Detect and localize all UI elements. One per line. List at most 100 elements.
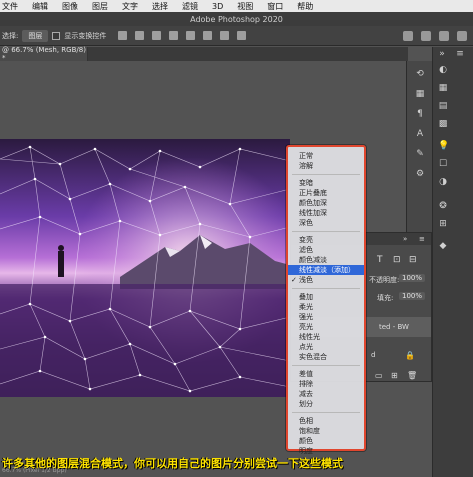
blend-lighter-color-label: 浅色 [299,276,313,284]
menu-separator [292,412,360,413]
blend-saturation[interactable]: 饱和度 [288,426,364,436]
align-left-icon[interactable] [118,31,128,40]
swatches-icon[interactable]: ▦ [438,83,448,93]
panel-menu-icon[interactable]: ≡ [419,235,425,243]
menu-image[interactable]: 图像 [62,1,78,12]
channels-icon[interactable]: ❂ [438,201,448,211]
blend-hard-mix[interactable]: 实色混合 [288,352,364,362]
character-icon[interactable]: A [415,129,425,139]
blend-darker-color[interactable]: 深色 [288,218,364,228]
blend-color-burn[interactable]: 颜色加深 [288,198,364,208]
history-icon[interactable]: ⟲ [415,69,425,79]
menu-edit[interactable]: 编辑 [32,1,48,12]
menu-bar: 文件 编辑 图像 图层 文字 选择 滤镜 3D 视图 窗口 帮助 [0,0,473,12]
menu-view[interactable]: 视图 [237,1,253,12]
align-top-icon[interactable] [169,31,179,40]
show-transform-checkbox[interactable] [52,31,61,40]
blend-difference[interactable]: 差值 [288,369,364,379]
align-middle-icon[interactable] [186,31,196,40]
menu-separator [292,174,360,175]
video-subtitle: 许多其他的图层混合模式，你可以用自己的图片分别尝试一下这些模式 [2,457,343,470]
blend-linear-light[interactable]: 线性光 [288,332,364,342]
canvas-image[interactable] [0,139,290,397]
properties-icon[interactable]: ▦ [415,89,425,99]
blend-mode-menu[interactable]: 正常 溶解 变暗 正片叠底 颜色加深 线性加深 深色 变亮 滤色 颜色减淡 线性… [286,145,366,455]
blend-divide[interactable]: 划分 [288,399,364,409]
lock-icon[interactable]: 🔒 [405,351,415,360]
orbit-icon[interactable] [421,30,431,41]
delete-layer-icon[interactable]: 🗑 [407,371,417,380]
brush-icon[interactable]: ✎ [415,149,425,159]
more-options-icon[interactable] [237,31,247,40]
blend-overlay[interactable]: 叠加 [288,292,364,302]
blend-vivid-light[interactable]: 亮光 [288,322,364,332]
search-icon[interactable] [457,30,467,41]
opacity-label: 不透明度: [369,276,400,284]
blend-subtract[interactable]: 减去 [288,389,364,399]
paths-icon[interactable]: ⊞ [438,219,448,229]
gradients-icon[interactable]: ▤ [438,101,448,111]
blend-linear-burn[interactable]: 线性加深 [288,208,364,218]
blend-darken[interactable]: 变暗 [288,178,364,188]
tool-presets-icon[interactable]: ⚙ [415,169,425,179]
auto-select-label: 选择: [2,31,19,40]
blend-lighten[interactable]: 变亮 [288,235,364,245]
menu-filter[interactable]: 滤镜 [182,1,198,12]
3d-mode-icon[interactable] [403,30,413,41]
layers-icon[interactable]: ◆ [438,241,448,251]
panel-collapse-icon[interactable]: » [403,235,407,243]
align-center-icon[interactable] [135,31,145,40]
blend-exclusion[interactable]: 排除 [288,379,364,389]
blend-color-dodge[interactable]: 颜色减淡 [288,255,364,265]
blend-dissolve[interactable]: 溶解 [288,161,364,171]
checkmark-icon: ✓ [291,276,297,284]
blend-multiply[interactable]: 正片叠底 [288,188,364,198]
libraries-icon[interactable]: ☐ [438,159,448,169]
new-group-icon[interactable]: ▭ [375,371,383,380]
options-right [403,30,473,41]
align-right-icon[interactable] [152,31,162,40]
fill-input[interactable]: 100% [399,292,426,300]
app-title: Adobe Photoshop 2020 [190,14,283,24]
color-icon[interactable]: ◐ [438,65,448,75]
patterns-icon[interactable]: ▩ [438,119,448,129]
new-layer-icon[interactable]: ⊞ [391,371,398,380]
blend-normal[interactable]: 正常 [288,151,364,161]
blend-color[interactable]: 颜色 [288,436,364,446]
app-title-bar: Adobe Photoshop 2020 [0,12,473,26]
show-transform-label: 显示变换控件 [64,31,107,40]
blend-soft-light[interactable]: 柔光 [288,302,364,312]
align-bottom-icon[interactable] [203,31,213,40]
learn-icon[interactable]: 💡 [438,141,449,151]
right-panel-dock: » ≡ ◐ ▦ ▤ ▩ 💡 ☐ ◑ ❂ ⊞ ◆ [432,47,473,477]
menu-type[interactable]: 文字 [122,1,138,12]
paragraph-icon[interactable]: ¶ [415,109,425,119]
document-tab-label: @ 66.7% (Mesh, RGB/8) * [2,46,86,62]
menu-separator [292,231,360,232]
pan-icon[interactable] [439,30,449,41]
opacity-input[interactable]: 100% [399,274,426,282]
fill-label: 填充: [377,294,394,302]
distribute-icon[interactable] [220,31,230,40]
menu-window[interactable]: 窗口 [267,1,283,12]
blend-hue[interactable]: 色相 [288,416,364,426]
smart-filter-icon[interactable]: ⊟ [409,255,417,265]
menu-3d[interactable]: 3D [212,2,223,11]
tab-bar-empty [88,47,408,61]
collapse-icon[interactable]: » [437,49,447,59]
blend-linear-dodge[interactable]: 线性减淡（添加） [288,265,364,275]
menu-file[interactable]: 文件 [2,1,18,12]
menu-select[interactable]: 选择 [152,1,168,12]
blend-lighter-color[interactable]: ✓ 浅色 [288,275,364,285]
menu-icon[interactable]: ≡ [455,49,465,59]
type-filter-icon[interactable]: T [377,255,383,265]
menu-layer[interactable]: 图层 [92,1,108,12]
menu-help[interactable]: 帮助 [297,1,313,12]
adjustments-icon[interactable]: ◑ [438,177,448,187]
auto-select-dropdown[interactable]: 图层 [22,29,49,42]
blend-hard-light[interactable]: 强光 [288,312,364,322]
blend-screen[interactable]: 滤色 [288,245,364,255]
shape-filter-icon[interactable]: ⊡ [393,255,401,265]
blend-pin-light[interactable]: 点光 [288,342,364,352]
document-tab[interactable]: @ 66.7% (Mesh, RGB/8) * [0,46,88,62]
